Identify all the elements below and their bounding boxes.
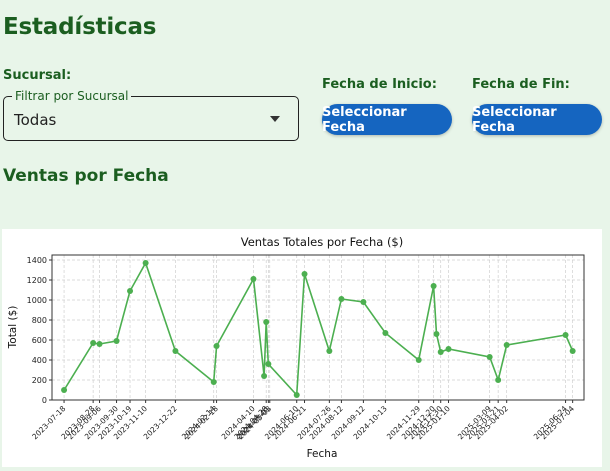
sales-point [338, 296, 345, 302]
sales-point [569, 348, 576, 354]
branch-label: Sucursal: [3, 68, 72, 83]
plot-frame [51, 254, 585, 401]
y-tick-label: 800 [32, 316, 47, 325]
sales-point [562, 332, 569, 338]
sales-point [90, 340, 97, 346]
start-date-label: Fecha de Inicio: [322, 77, 437, 92]
sales-point [263, 319, 270, 325]
sales-point [127, 288, 134, 294]
sales-point [415, 357, 422, 363]
sales-point [250, 276, 257, 282]
sales-point [430, 283, 437, 289]
branch-select[interactable]: Filtrar por Sucursal Todas [3, 89, 299, 141]
sales-point [265, 361, 272, 367]
y-tick-label: 1400 [27, 256, 47, 265]
y-axis-label: Total ($) [7, 306, 19, 350]
y-tick-label: 400 [32, 356, 47, 365]
sales-point [495, 377, 502, 383]
sales-point [61, 387, 68, 393]
branch-select-legend: Filtrar por Sucursal [12, 89, 132, 103]
sales-point [433, 331, 440, 337]
x-axis-ticks: 2023-07-182023-08-282023-09-062023-09-30… [30, 400, 576, 441]
y-tick-label: 600 [32, 336, 47, 345]
y-tick-label: 1000 [27, 296, 47, 305]
end-date-button[interactable]: Seleccionar Fecha [472, 104, 602, 135]
sales-point [142, 260, 149, 266]
section-title: Ventas por Fecha [3, 166, 169, 186]
sales-point [503, 342, 510, 348]
sales-point [96, 341, 103, 347]
start-date-button[interactable]: Seleccionar Fecha [322, 104, 452, 135]
sales-point [445, 346, 452, 352]
chart-grid [52, 255, 584, 401]
sales-point [261, 373, 268, 379]
y-tick-label: 200 [32, 376, 47, 385]
sales-chart: 0 200 400 600 800 1000 1200 1400 2023-07-182023… [7, 235, 585, 460]
x-axis-label: Fecha [307, 448, 338, 460]
sales-point [360, 299, 367, 305]
end-date-label: Fecha de Fin: [472, 77, 570, 92]
sales-point [382, 330, 389, 336]
sales-point [213, 343, 220, 349]
branch-select-value: Todas [14, 111, 57, 129]
y-axis-ticks: 0 200 400 600 800 1000 1200 1400 [27, 256, 52, 405]
sales-point [293, 392, 300, 398]
y-tick-label: 1200 [27, 276, 47, 285]
sales-point [210, 379, 217, 385]
sales-point [301, 271, 308, 277]
sales-point [486, 354, 493, 360]
sales-point [326, 348, 333, 354]
chart-title: Ventas Totales por Fecha ($) [241, 235, 404, 249]
sales-point [172, 348, 179, 354]
sales-point [437, 349, 444, 355]
sales-point [113, 338, 120, 344]
y-tick-label: 0 [42, 396, 47, 405]
dropdown-arrow-icon[interactable] [270, 116, 280, 122]
x-tick-label: 2024-02-18 [183, 404, 220, 441]
sales-chart-card: 0 200 400 600 800 1000 1200 1400 2023-07-18 2023… [2, 229, 602, 467]
page-title: Estadísticas [3, 14, 157, 40]
sales-line [63, 261, 574, 397]
